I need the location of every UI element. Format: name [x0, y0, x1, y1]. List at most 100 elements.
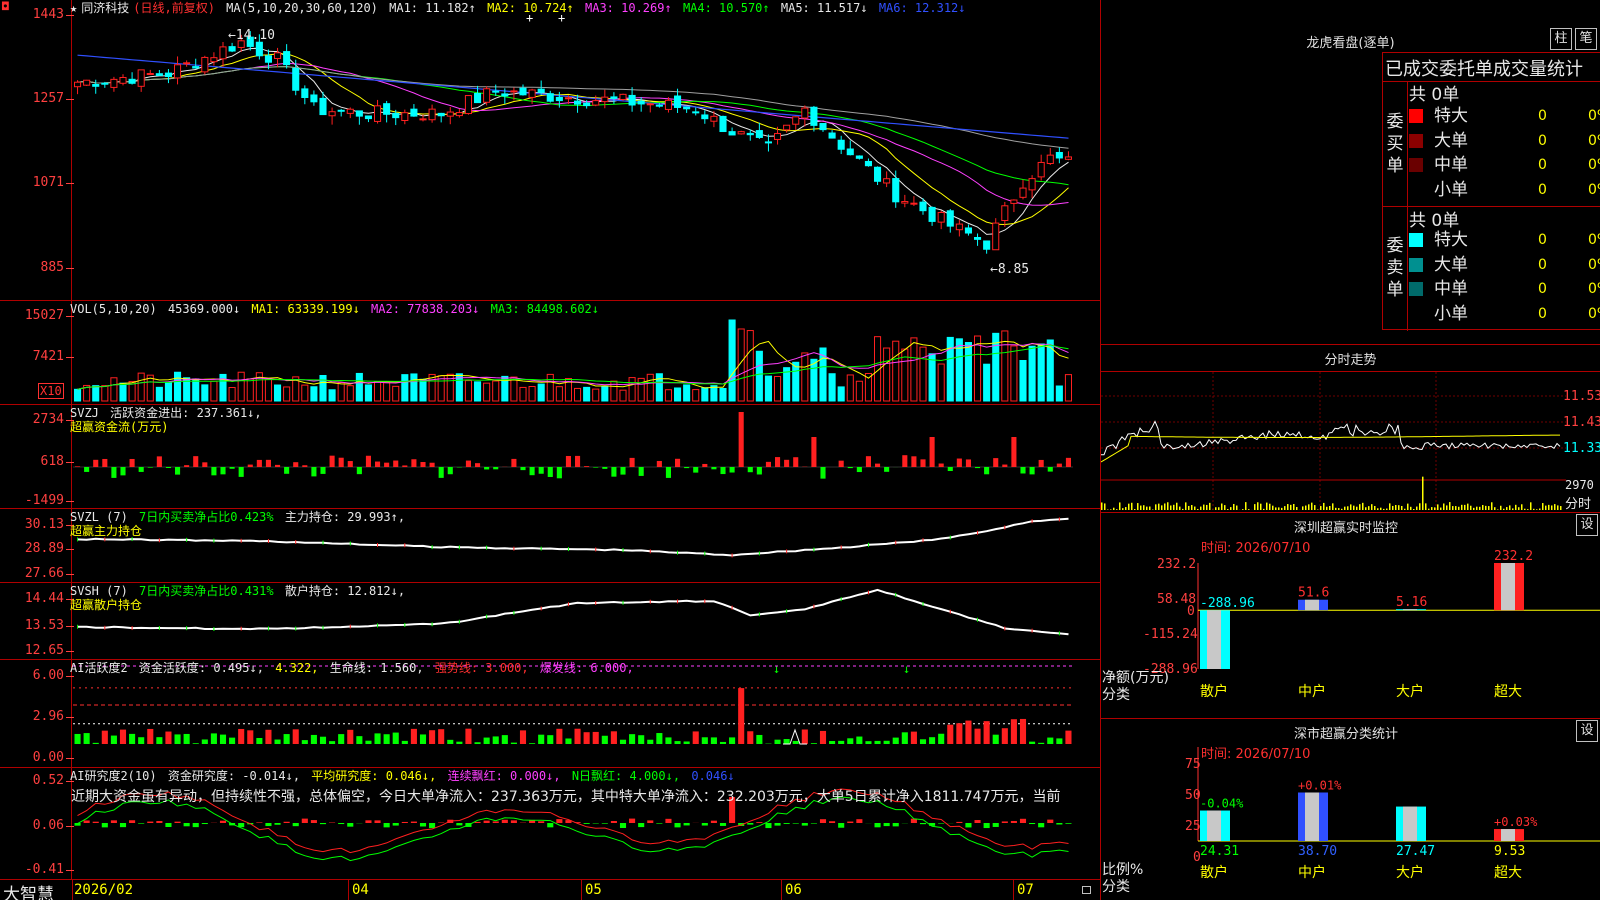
research-bar-positive — [1010, 820, 1017, 823]
activity-bar-low — [674, 741, 681, 744]
activity-bar-low — [356, 736, 363, 744]
bar-highlight — [1501, 829, 1515, 841]
candle-down — [555, 96, 563, 102]
volume-chart[interactable] — [73, 301, 1100, 405]
category-bar — [1494, 563, 1524, 611]
research-bar-positive — [474, 821, 481, 823]
favorite-star-icon[interactable]: ★ — [70, 1, 77, 15]
sz-monitor-chart[interactable]: -288.96 散户 51.6 中户 5.16 大户 232.2 超大 — [1101, 513, 1600, 719]
candle-down — [974, 237, 982, 240]
volume-bar-down — [683, 384, 691, 402]
ma10-line — [77, 53, 1069, 226]
candle-down — [264, 55, 272, 63]
ai-activity-panel[interactable]: 6.00 2.96 0.00 AI活跃度2 资金活跃度: 0.495↓, 4.3… — [0, 659, 1100, 767]
flow-bar-negative — [820, 467, 826, 479]
intraday-volume-bar — [1350, 504, 1352, 510]
flow-bar-positive — [365, 455, 371, 467]
intraday-volume-bar — [1368, 506, 1370, 510]
intraday-volume-bar — [1398, 505, 1400, 510]
activity-bar-low — [774, 739, 781, 744]
intraday-volume-bar — [1200, 506, 1202, 510]
activity-bar-low — [129, 733, 136, 744]
flow-bar-positive — [93, 459, 99, 467]
activity-bar-low — [783, 739, 790, 744]
volume-bar-down — [92, 385, 100, 402]
activity-bar-low — [319, 736, 327, 744]
category-label: 中户 — [1298, 683, 1326, 700]
research-bar-positive — [256, 822, 263, 823]
candle-down — [519, 87, 527, 96]
candle-down — [383, 103, 391, 115]
activity-bar-low — [383, 734, 390, 744]
svsh-panel[interactable]: 14.44 13.53 12.65 SVSH (7) 7日内买卖净占比0.431… — [0, 582, 1100, 659]
flow-bar-negative — [693, 467, 699, 473]
research-bar-positive — [92, 821, 99, 823]
intraday-volume-bar — [1407, 503, 1409, 510]
ai-research-legend: AI研究度2(10) 资金研究度: -0.014↓, 平均研究度: 0.046↓… — [70, 769, 739, 783]
candle-down — [746, 132, 754, 136]
intraday-volume-bar — [1146, 506, 1148, 510]
volume-bar-down — [192, 378, 200, 402]
candle-up — [510, 90, 518, 93]
volume-bar-up — [283, 386, 291, 402]
candlestick-chart[interactable]: + + — [73, 0, 1100, 300]
candle-down — [919, 201, 927, 212]
activity-bar-high — [1010, 719, 1017, 744]
volume-bar-up — [374, 381, 382, 402]
research-bar-negative — [965, 823, 972, 828]
ai-research-panel[interactable]: 0.52 0.06 -0.41 AI研究度2(10) 资金研究度: -0.014… — [0, 767, 1100, 879]
bar-highlight — [1403, 806, 1417, 841]
row-label: 中单 — [1434, 155, 1468, 175]
volume-bar-up — [237, 371, 245, 402]
intraday-volume-bar — [1209, 502, 1211, 510]
research-bar-positive — [710, 820, 717, 823]
activity-bar-high — [610, 731, 617, 744]
lock-icon[interactable] — [1082, 886, 1091, 894]
volume-panel[interactable]: 15027 7421 X10 VOL(5,10,20) 45369.000↓ M… — [0, 300, 1100, 404]
activity-bar-high — [592, 731, 599, 744]
svsh-holding: 散户持仓: 12.812↓, — [284, 584, 406, 598]
flow-bar-negative — [320, 467, 326, 474]
bar-value-label: 51.6 — [1298, 586, 1329, 601]
row-pct: 0% — [1588, 108, 1600, 124]
candle-down — [192, 66, 200, 69]
candle-up — [601, 96, 609, 103]
category-label: 大户 — [1396, 683, 1424, 700]
volume-bar-down — [792, 361, 800, 402]
sz-classify-chart[interactable]: 24.31 散户 -0.04% 38.70 中户 +0.01% 27.47 大户 9.53 超大 +… — [1101, 719, 1600, 900]
intraday-volume-bar — [1332, 503, 1334, 510]
sz-classify-panel[interactable]: 深市超赢分类统计 设 时间: 2026/07/10 75 50 25 0 比例%… — [1100, 718, 1600, 900]
ai-research-chart[interactable] — [73, 768, 1100, 880]
intraday-volume-bar — [1557, 505, 1559, 510]
ai-research-axis: 0.52 0.06 -0.41 — [0, 768, 74, 879]
intraday-panel[interactable]: 分时走势 11.53 11.43 11.33 2970 分时 — [1100, 344, 1600, 512]
ai-activity-chart[interactable]: ↓ ↓ — [73, 660, 1100, 768]
intraday-volume-bar — [1428, 508, 1430, 510]
intraday-volume-bar — [1140, 505, 1142, 510]
sz-monitor-panel[interactable]: 深圳超赢实时监控 设 时间: 2026/07/10 232.2 58.48 0 … — [1100, 512, 1600, 718]
research-bar-negative — [765, 823, 772, 829]
svzj-panel[interactable]: 2734 618 -1499 SVZJ 活跃资金进出: 237.361↓, 超赢… — [0, 404, 1100, 508]
svzl-panel[interactable]: 30.13 28.89 27.66 SVZL (7) 7日内买卖净占比0.423… — [0, 508, 1100, 582]
svzj-title: 活跃资金进出: 237.361↓, — [110, 406, 262, 420]
candlestick-panel[interactable]: ◘ 1443 1257 1071 885 ★ 同济科技 (日线,前复权) MA(5,… — [0, 0, 1100, 300]
volume-bar-down — [964, 342, 973, 402]
flow-bar-positive — [775, 457, 781, 467]
bar-mode-button[interactable]: 柱 — [1550, 28, 1572, 50]
intraday-chart[interactable] — [1101, 372, 1566, 512]
stroke-mode-button[interactable]: 笔 — [1575, 28, 1597, 50]
intraday-volume-bar — [1425, 503, 1427, 510]
research-bar-negative — [792, 823, 799, 824]
category-label: 散户 — [1200, 864, 1228, 881]
activity-bar-low — [829, 741, 836, 744]
candle-down — [928, 206, 936, 222]
flow-bar-negative — [447, 467, 453, 475]
svzl-ratio: 7日内买卖净占比0.423% — [139, 510, 274, 524]
flow-bar-negative — [484, 467, 490, 470]
vol-ma2-value: MA2: 77838.203↓ — [371, 302, 480, 316]
activity-bar-low — [92, 742, 99, 744]
svzl-tick: 30.13 — [2, 518, 74, 532]
down-arrow-icon: ↓ — [903, 662, 910, 676]
flow-bar-positive — [302, 465, 308, 467]
activity-bar-low — [283, 734, 290, 744]
